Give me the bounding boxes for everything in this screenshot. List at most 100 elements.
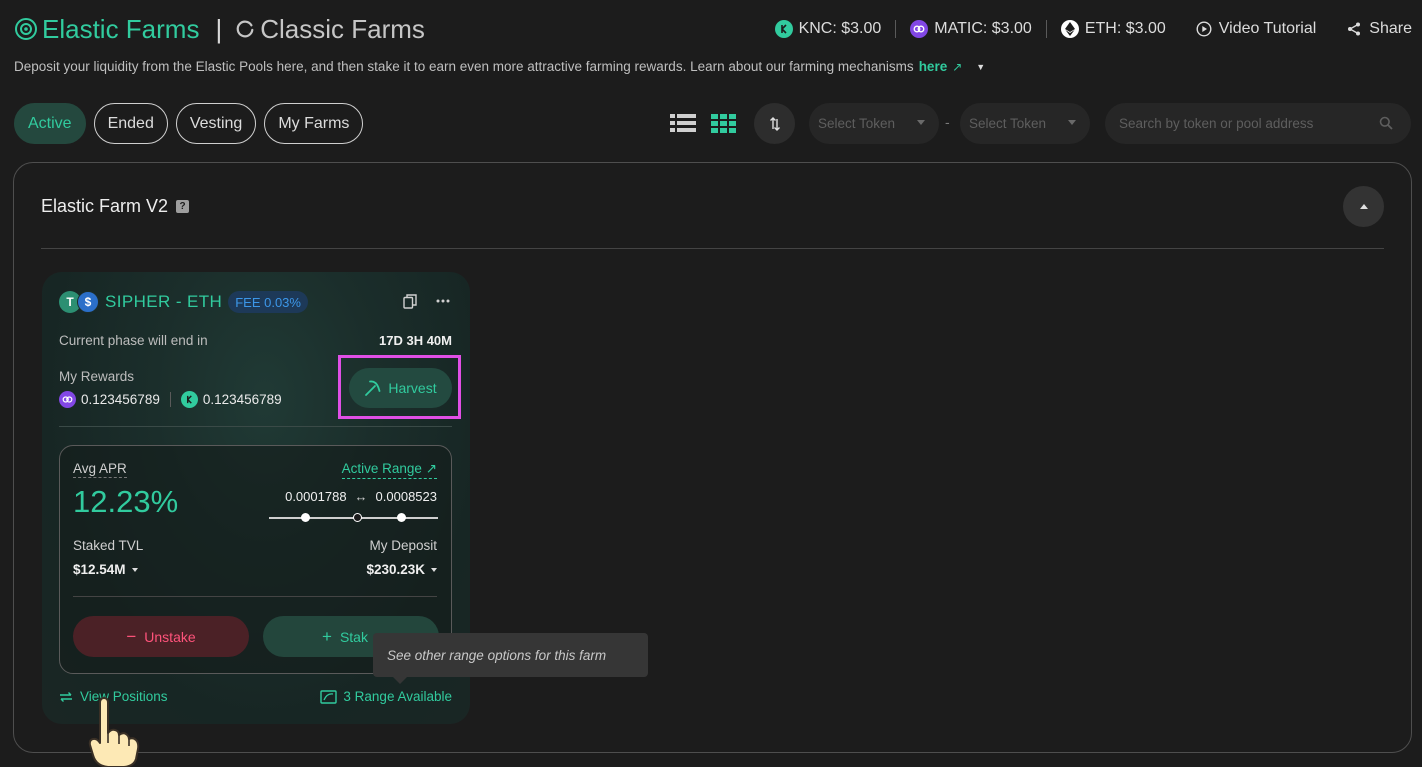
range-available-link[interactable]: 3 Range Available <box>320 689 452 704</box>
eth-price: ETH: $3.00 <box>1060 20 1166 38</box>
pickaxe-icon <box>365 380 381 396</box>
stake-label: Stak <box>339 628 368 645</box>
staked-tvl-label: Staked TVL <box>73 538 144 553</box>
card-divider <box>59 426 452 427</box>
swap-arrows-icon <box>769 116 780 131</box>
my-deposit-dropdown[interactable]: $230.23K <box>366 562 437 577</box>
chevron-down-icon <box>917 120 925 125</box>
video-tutorial-link[interactable]: Video Tutorial <box>1196 20 1317 38</box>
active-range-label: Active Range <box>341 461 422 476</box>
range-max: 0.0008523 <box>375 489 437 504</box>
minus-icon: − <box>126 626 137 646</box>
tab-my-farms[interactable]: My Farms <box>264 103 364 144</box>
range-arrow-icon: ↔ <box>354 489 368 504</box>
swap-horizontal-icon <box>60 691 72 702</box>
knc-price: KNC: $3.00 <box>774 20 882 38</box>
phase-countdown: 17D 3H 40M <box>379 333 452 348</box>
copy-icon[interactable] <box>403 294 417 309</box>
apr-value: 12.23% <box>73 484 179 519</box>
search-input[interactable] <box>1119 116 1359 131</box>
chevron-down-icon <box>1068 120 1076 125</box>
swap-tokens-button[interactable] <box>754 103 795 144</box>
tab-vesting[interactable]: Vesting <box>175 103 257 144</box>
chevron-down-icon <box>431 568 437 573</box>
select-token-b[interactable]: Select Token <box>960 103 1090 144</box>
inner-divider <box>73 596 437 597</box>
collapse-button[interactable] <box>1343 186 1384 227</box>
matic-price-label: MATIC: $3.00 <box>934 20 1032 37</box>
harvest-label: Harvest <box>388 380 437 396</box>
unstake-label: Unstake <box>144 628 196 645</box>
description-text: Deposit your liquidity from the Elastic … <box>14 59 914 74</box>
select-token-a[interactable]: Select Token <box>809 103 939 144</box>
learn-more-link[interactable]: here <box>919 59 948 74</box>
list-view-icon[interactable] <box>670 111 696 135</box>
staked-tvl-value: $12.54M <box>73 562 126 577</box>
reward-amount-knc: 0.123456789 <box>202 392 282 407</box>
plus-icon: + <box>322 626 332 646</box>
phase-label: Current phase will end in <box>59 333 208 348</box>
grid-view-icon[interactable] <box>711 111 737 135</box>
pointing-hand-icon <box>88 697 140 767</box>
my-deposit-value: $230.23K <box>366 562 425 577</box>
knc-price-label: KNC: $3.00 <box>798 20 882 37</box>
panel-title-text: Elastic Farm V2 <box>41 196 169 216</box>
classic-logo-icon <box>236 20 254 38</box>
rewards-label: My Rewards <box>59 369 135 384</box>
classic-farms-tab[interactable]: Classic Farms <box>260 14 425 45</box>
unstake-button[interactable]: − Unstake <box>73 616 249 657</box>
eth-price-label: ETH: $3.00 <box>1084 20 1166 37</box>
panel-divider <box>41 248 1384 249</box>
external-link-icon: ↗ <box>425 461 437 476</box>
expand-caret-icon[interactable]: ▼ <box>976 62 985 72</box>
external-link-icon: ↗ <box>952 59 963 74</box>
elastic-logo-icon <box>15 18 37 40</box>
range-max-dot <box>397 513 406 522</box>
knc-coin-icon <box>180 391 198 408</box>
page-description: Deposit your liquidity from the Elastic … <box>14 59 985 74</box>
range-min: 0.0001788 <box>285 489 347 504</box>
video-tutorial-label: Video Tutorial <box>1218 20 1317 37</box>
help-icon[interactable]: ? <box>176 200 190 213</box>
eth-coin-icon <box>1060 20 1079 38</box>
top-header: Elastic Farms | Classic Farms KNC: $3.00… <box>14 12 1412 46</box>
range-min-dot <box>301 513 310 522</box>
active-range-link[interactable]: Active Range ↗ <box>341 461 437 479</box>
more-options-icon[interactable] <box>436 294 450 308</box>
reward-amount-matic: 0.123456789 <box>81 392 160 407</box>
harvest-button[interactable]: Harvest <box>349 368 452 408</box>
matic-coin-icon <box>910 20 929 38</box>
search-box <box>1105 103 1411 144</box>
staked-tvl-dropdown[interactable]: $12.54M <box>73 562 138 577</box>
range-chart-icon <box>320 689 338 704</box>
search-icon <box>1379 116 1393 130</box>
share-label: Share <box>1369 20 1412 37</box>
tab-ended[interactable]: Ended <box>93 103 168 144</box>
chevron-up-icon <box>1359 204 1368 209</box>
range-slider <box>269 513 438 523</box>
my-deposit-label: My Deposit <box>369 538 437 553</box>
header-right: KNC: $3.00 MATIC: $3.00 ETH: $3.00 Video… <box>774 12 1412 46</box>
knc-coin-icon <box>774 20 793 38</box>
play-circle-icon <box>1196 21 1212 37</box>
chevron-down-icon <box>131 568 138 573</box>
farm-type-switch: Elastic Farms | Classic Farms <box>14 14 425 45</box>
elastic-farms-tab[interactable]: Elastic Farms <box>42 14 199 45</box>
price-divider <box>895 20 897 38</box>
price-range: 0.0001788 ↔ 0.0008523 <box>285 489 437 504</box>
farm-status-tabs: Active Ended Vesting My Farms <box>14 103 371 144</box>
fee-badge: FEE 0.03% <box>228 291 308 313</box>
current-price-dot <box>353 513 362 522</box>
pair-name[interactable]: SIPHER - ETH <box>105 292 222 312</box>
select-token-a-label: Select Token <box>818 116 896 131</box>
range-options-tooltip: See other range options for this farm <box>373 633 648 684</box>
matic-coin-icon <box>59 391 76 408</box>
tab-active[interactable]: Active <box>14 103 86 144</box>
matic-price: MATIC: $3.00 <box>910 20 1032 38</box>
apr-label: Avg APR <box>73 461 127 478</box>
select-token-b-label: Select Token <box>969 116 1047 131</box>
share-button[interactable]: Share <box>1346 20 1412 38</box>
reward-divider <box>169 392 171 407</box>
pair-header: T $ SIPHER - ETH FEE 0.03% <box>59 291 308 313</box>
title-separator: | <box>215 13 223 44</box>
